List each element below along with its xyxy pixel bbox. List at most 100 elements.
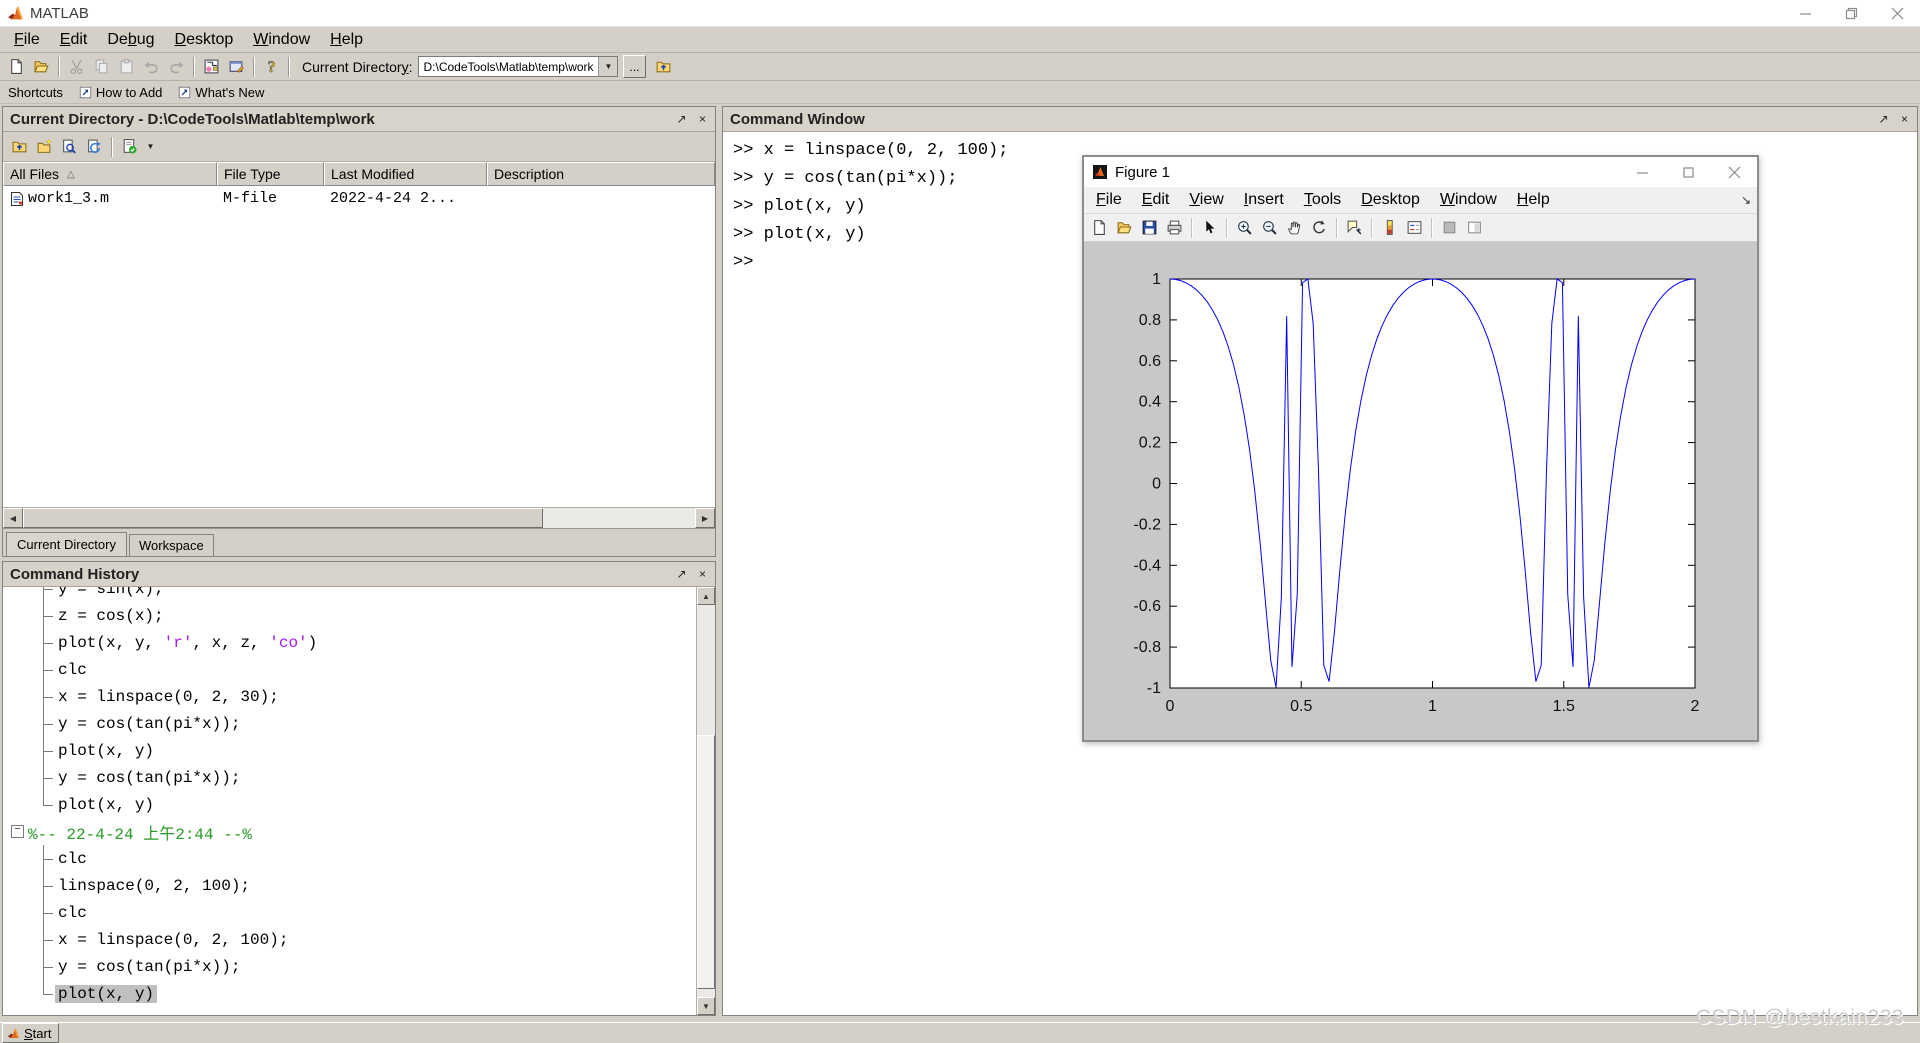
new-file-button[interactable] (4, 55, 29, 79)
vertical-scrollbar[interactable]: ▲ ▼ (696, 587, 715, 1015)
up-folder-button[interactable] (651, 55, 676, 79)
figure-titlebar[interactable]: Figure 1 (1084, 157, 1757, 187)
current-directory-combobox[interactable]: D:\CodeTools\Matlab\temp\work ▼ (418, 56, 619, 77)
show-plot-tools-button[interactable] (1462, 216, 1487, 240)
guide-button[interactable] (224, 55, 249, 79)
minimize-button[interactable] (1782, 0, 1828, 26)
open-file-button[interactable] (29, 55, 54, 79)
menu-item-file[interactable]: File (4, 29, 50, 51)
scroll-up-icon[interactable]: ▲ (697, 587, 715, 605)
history-item[interactable]: x = linspace(0, 2, 100); (3, 926, 696, 953)
scrollbar-thumb[interactable] (697, 735, 715, 989)
menu-item-debug[interactable]: Debug (97, 29, 164, 51)
edit-arrow-button[interactable] (1197, 216, 1222, 240)
figure-maximize-button[interactable] (1665, 158, 1711, 187)
menu-item-window[interactable]: Window (243, 29, 320, 51)
menu-item-desktop[interactable]: Desktop (165, 29, 244, 51)
history-item[interactable]: y = sin(x); (3, 587, 696, 602)
zoom-out-button[interactable] (1257, 216, 1282, 240)
file-row[interactable]: work1_3.m M-file 2022-4-24 2... (3, 186, 715, 211)
undock-icon[interactable]: ↗ (673, 566, 690, 582)
insert-colorbar-button[interactable] (1377, 216, 1402, 240)
up-folder-button[interactable] (7, 135, 32, 159)
new-folder-button[interactable] (32, 135, 57, 159)
history-item[interactable]: plot(x, y) (3, 980, 696, 1007)
dock-arrow-icon[interactable]: ↘ (1741, 193, 1751, 207)
mlint-report-button[interactable] (117, 135, 142, 159)
find-files-button[interactable] (57, 135, 82, 159)
report-dropdown-icon[interactable]: ▼ (142, 139, 159, 155)
history-item[interactable]: plot(x, y) (3, 737, 696, 764)
tab-workspace[interactable]: Workspace (128, 534, 214, 556)
history-item[interactable]: y = cos(tan(pi*x)); (3, 764, 696, 791)
history-item[interactable]: x = linspace(0, 2, 30); (3, 683, 696, 710)
horizontal-scrollbar[interactable]: ◀ ▶ (3, 507, 715, 528)
restore-button[interactable] (1828, 0, 1874, 26)
history-item[interactable]: y = cos(tan(pi*x)); (3, 710, 696, 737)
print-figure-button[interactable] (1162, 216, 1187, 240)
scroll-left-icon[interactable]: ◀ (3, 508, 23, 528)
scroll-down-icon[interactable]: ▼ (697, 997, 715, 1015)
open-file-button[interactable] (1112, 216, 1137, 240)
shortcut-whats-new[interactable]: What's New (178, 85, 264, 100)
shortcut-how-to-add[interactable]: How to Add (79, 85, 162, 100)
hide-plot-tools-button[interactable] (1437, 216, 1462, 240)
pan-hand-button[interactable] (1282, 216, 1307, 240)
scrollbar-thumb[interactable] (23, 508, 543, 528)
history-item[interactable]: plot(x, y, 'r', x, z, 'co') (3, 629, 696, 656)
tab-current-directory[interactable]: Current Directory (6, 532, 127, 556)
scroll-right-icon[interactable]: ▶ (695, 508, 715, 528)
history-item[interactable]: linspace(0, 2, 100); (3, 872, 696, 899)
save-figure-button[interactable] (1137, 216, 1162, 240)
browse-directory-button[interactable]: ... (623, 55, 646, 78)
cut-button[interactable] (64, 55, 89, 79)
history-item[interactable]: clc (3, 899, 696, 926)
column-last-modified[interactable]: Last Modified (324, 162, 487, 186)
menu-item-desktop[interactable]: Desktop (1351, 189, 1430, 211)
scrollbar-track[interactable] (697, 605, 715, 735)
start-button[interactable]: Start (2, 1023, 60, 1043)
menu-item-tools[interactable]: Tools (1294, 189, 1351, 211)
figure-minimize-button[interactable] (1619, 158, 1665, 187)
undo-button[interactable] (139, 55, 164, 79)
history-item[interactable]: clc (3, 845, 696, 872)
zoom-in-button[interactable] (1232, 216, 1257, 240)
history-item[interactable]: plot(x, y) (3, 791, 696, 818)
refresh-button[interactable] (82, 135, 107, 159)
redo-button[interactable] (164, 55, 189, 79)
history-session-header[interactable]: − %-- 22-4-24 上午2:44 --% (3, 818, 696, 845)
close-icon[interactable]: × (694, 111, 711, 127)
menu-item-edit[interactable]: Edit (1132, 189, 1180, 211)
history-item[interactable]: clc (3, 656, 696, 683)
column-file-type[interactable]: File Type (217, 162, 324, 186)
menu-item-help[interactable]: Help (1507, 189, 1560, 211)
undock-icon[interactable]: ↗ (673, 111, 690, 127)
combo-dropdown-icon[interactable]: ▼ (598, 57, 618, 76)
figure-close-button[interactable] (1711, 158, 1757, 187)
insert-legend-button[interactable] (1402, 216, 1427, 240)
column-all-files[interactable]: All Files △ (3, 162, 217, 186)
help-button[interactable]: ? (259, 55, 284, 79)
figure-window[interactable]: Figure 1 File Edit View Insert Tools Desktop W… (1082, 155, 1759, 742)
menu-item-view[interactable]: View (1179, 189, 1233, 211)
copy-button[interactable] (89, 55, 114, 79)
new-figure-button[interactable] (1087, 216, 1112, 240)
close-button[interactable] (1874, 0, 1920, 26)
simulink-button[interactable] (199, 55, 224, 79)
data-cursor-button[interactable] (1342, 216, 1367, 240)
menu-item-file[interactable]: File (1086, 189, 1132, 211)
menu-item-help[interactable]: Help (320, 29, 373, 51)
close-icon[interactable]: × (694, 566, 711, 582)
file-list-body[interactable]: work1_3.m M-file 2022-4-24 2... (3, 186, 715, 507)
close-icon[interactable]: × (1896, 111, 1913, 127)
command-history-list[interactable]: y = sin(x); z = cos(x); plot(x, y, 'r', x,… (3, 587, 696, 1015)
column-description[interactable]: Description (487, 162, 715, 186)
menu-item-insert[interactable]: Insert (1234, 189, 1294, 211)
paste-button[interactable] (114, 55, 139, 79)
history-item[interactable]: y = cos(tan(pi*x)); (3, 953, 696, 980)
history-item[interactable]: z = cos(x); (3, 602, 696, 629)
menu-item-edit[interactable]: Edit (50, 29, 98, 51)
menu-item-window[interactable]: Window (1430, 189, 1507, 211)
collapse-box-icon[interactable]: − (11, 825, 24, 838)
undock-icon[interactable]: ↗ (1875, 111, 1892, 127)
